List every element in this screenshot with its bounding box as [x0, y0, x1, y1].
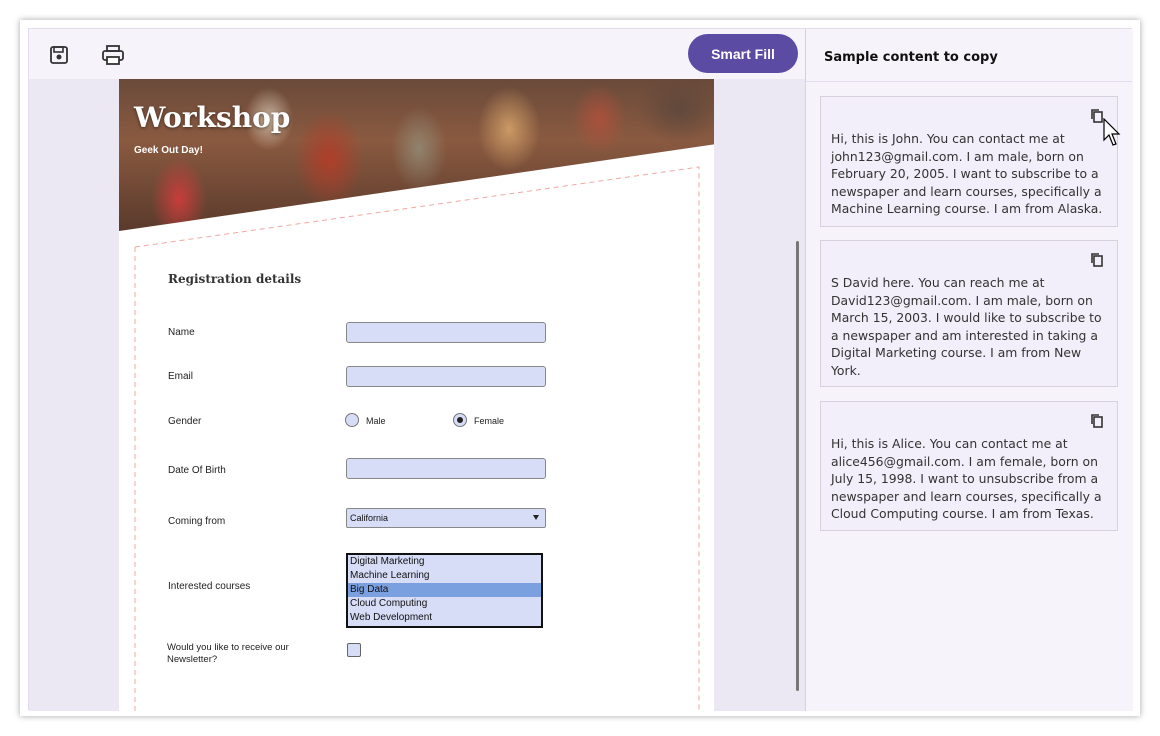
gender-female-label: Female — [474, 416, 505, 426]
course-option[interactable]: Web Development — [348, 611, 541, 625]
window-frame: Smart Fill Workshop Geek Out Day! Regist… — [20, 20, 1140, 716]
gender-label: Gender — [168, 416, 202, 427]
toolbar: Smart Fill — [29, 29, 805, 79]
coming-from-dropdown[interactable]: California — [346, 508, 546, 528]
sample-card-text: S David here. You can reach me at David1… — [831, 275, 1102, 378]
pdf-page: Workshop Geek Out Day! Registration deta… — [119, 79, 714, 711]
print-icon[interactable] — [100, 42, 126, 68]
name-label: Name — [168, 327, 195, 338]
course-option[interactable]: Cloud Computing — [348, 597, 541, 611]
sample-card-text: Hi, this is John. You can contact me at … — [831, 131, 1103, 217]
app-root: Smart Fill Workshop Geek Out Day! Regist… — [28, 28, 1133, 711]
sample-card-text: Hi, this is Alice. You can contact me at… — [831, 436, 1102, 522]
email-field[interactable] — [346, 366, 546, 387]
newsletter-checkbox[interactable] — [347, 643, 361, 657]
courses-label: Interested courses — [168, 581, 251, 592]
sample-card: Hi, this is Alice. You can contact me at… — [820, 401, 1118, 531]
dob-field[interactable] — [346, 458, 546, 479]
name-field[interactable] — [346, 322, 546, 343]
gender-male-label: Male — [366, 416, 386, 426]
courses-listbox[interactable]: Digital Marketing Machine Learning Big D… — [346, 553, 543, 628]
newsletter-label-line2: Newsletter? — [167, 654, 218, 665]
pdf-viewer-pane: Smart Fill Workshop Geek Out Day! Regist… — [29, 29, 805, 711]
dob-label: Date Of Birth — [168, 465, 226, 476]
document-viewport[interactable]: Workshop Geek Out Day! Registration deta… — [29, 79, 805, 711]
newsletter-label-line1: Would you like to receive our — [167, 642, 289, 653]
newsletter-label: Would you like to receive our Newsletter… — [167, 642, 289, 666]
dropdown-arrow-icon — [533, 515, 539, 520]
panel-title: Sample content to copy — [824, 50, 998, 65]
sample-content-panel: Sample content to copy Hi, this is John.… — [805, 29, 1133, 711]
sample-card: S David here. You can reach me at David1… — [820, 240, 1118, 387]
vertical-scrollbar[interactable] — [796, 241, 799, 691]
copy-icon[interactable] — [1089, 252, 1105, 268]
copy-icon[interactable] — [1089, 413, 1105, 429]
course-option[interactable]: Machine Learning — [348, 569, 541, 583]
form-section-title: Registration details — [168, 272, 302, 286]
panel-divider — [806, 81, 1132, 82]
save-icon[interactable] — [46, 42, 72, 68]
course-option[interactable]: Digital Marketing — [348, 555, 541, 569]
email-label: Email — [168, 371, 194, 382]
coming-from-label: Coming from — [168, 516, 226, 527]
sample-card: Hi, this is John. You can contact me at … — [820, 96, 1118, 227]
gender-female-radio[interactable] — [453, 413, 467, 427]
coming-from-value: California — [350, 513, 389, 523]
smart-fill-button[interactable]: Smart Fill — [688, 34, 798, 73]
course-option-selected[interactable]: Big Data — [348, 583, 541, 597]
mouse-cursor-icon — [1103, 118, 1121, 146]
gender-male-radio[interactable] — [345, 413, 359, 427]
